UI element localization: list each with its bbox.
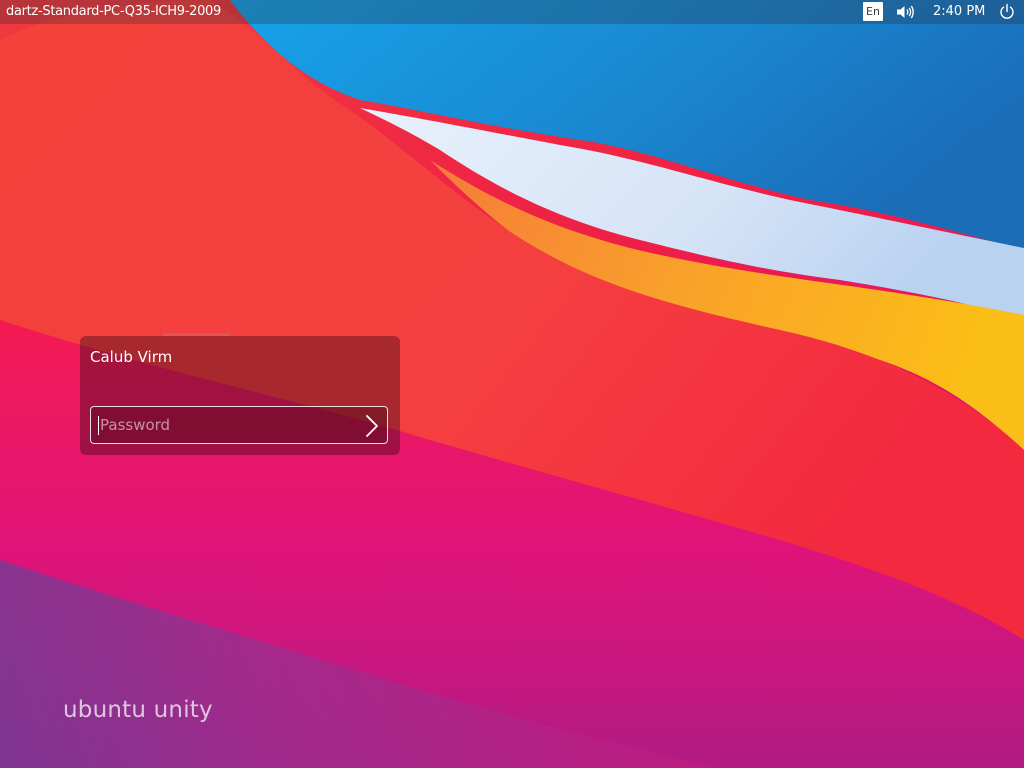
keyboard-layout-indicator[interactable]: En	[863, 2, 883, 21]
login-panel: Calub Virm Password	[80, 336, 400, 455]
speaker-volume-icon[interactable]	[895, 4, 915, 20]
hostname-label: dartz-Standard-PC-Q35-ICH9-2009	[6, 4, 221, 19]
clock[interactable]: 2:40 PM	[933, 4, 985, 19]
login-screen: dartz-Standard-PC-Q35-ICH9-2009 En 2:40 …	[0, 0, 1024, 768]
distro-brand-label: ubuntu unity	[63, 697, 213, 723]
text-caret	[98, 416, 99, 435]
chevron-right-icon[interactable]	[363, 413, 381, 439]
power-icon[interactable]	[999, 3, 1015, 20]
top-panel: dartz-Standard-PC-Q35-ICH9-2009 En 2:40 …	[0, 0, 1024, 24]
user-name-label[interactable]: Calub Virm	[90, 348, 172, 366]
password-input[interactable]: Password	[90, 406, 388, 444]
password-placeholder: Password	[100, 416, 171, 434]
